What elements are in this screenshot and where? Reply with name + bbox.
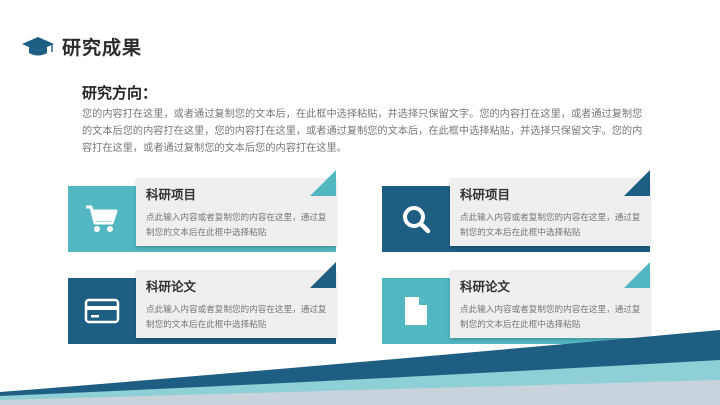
card-description: 点此输入内容或者复制您的内容在这里，通过复制您的文本后在此框中选择粘贴: [146, 213, 327, 238]
page-title: 研究成果: [62, 37, 143, 59]
card-panel: 科研论文 点此输入内容或者复制您的内容在这里，通过复制您的文本后在此框中选择粘贴: [136, 262, 336, 338]
card-description: 点此输入内容或者复制您的内容在这里，通过复制您的文本后在此框中选择粘贴: [146, 305, 327, 330]
shopping-cart-icon: [86, 205, 118, 232]
corner-fold: [624, 170, 650, 196]
card-panel: 科研项目 点此输入内容或者复制您的内容在这里，通过复制您的文本后在此框中选择粘贴: [450, 170, 650, 246]
section-body-text: 您的内容打在这里，或者通过复制您的文本后，在此框中选择粘贴，并选择只保留文字。您…: [82, 109, 643, 154]
card-research-project-1: 科研项目 点此输入内容或者复制您的内容在这里，通过复制您的文本后在此框中选择粘贴: [68, 170, 336, 252]
corner-fold: [310, 262, 336, 288]
card-title: 科研论文: [460, 279, 511, 294]
card-panel: 科研论文 点此输入内容或者复制您的内容在这里，通过复制您的文本后在此框中选择粘贴: [450, 262, 650, 338]
graduation-cap-icon: [22, 36, 54, 55]
card-panel: 科研项目 点此输入内容或者复制您的内容在这里，通过复制您的文本后在此框中选择粘贴: [136, 170, 336, 246]
card-description: 点此输入内容或者复制您的内容在这里，通过复制您的文本后在此框中选择粘贴: [460, 305, 641, 330]
decorative-waves: [0, 330, 720, 405]
card-icon-box: [382, 186, 450, 252]
credit-card-icon: [84, 298, 120, 324]
card-description: 点此输入内容或者复制您的内容在这里，通过复制您的文本后在此框中选择粘贴: [460, 213, 641, 238]
card-research-project-2: 科研项目 点此输入内容或者复制您的内容在这里，通过复制您的文本后在此框中选择粘贴: [382, 170, 650, 252]
card-title: 科研论文: [146, 279, 197, 294]
corner-fold: [624, 262, 650, 288]
slide-header: 研究成果: [20, 33, 142, 60]
section-heading: 研究方向：: [82, 84, 158, 102]
card-title: 科研项目: [146, 187, 197, 202]
corner-fold: [310, 170, 336, 196]
card-icon-box: [68, 186, 136, 252]
card-title: 科研项目: [460, 187, 511, 202]
document-icon: [405, 297, 427, 325]
search-icon: [403, 206, 431, 234]
